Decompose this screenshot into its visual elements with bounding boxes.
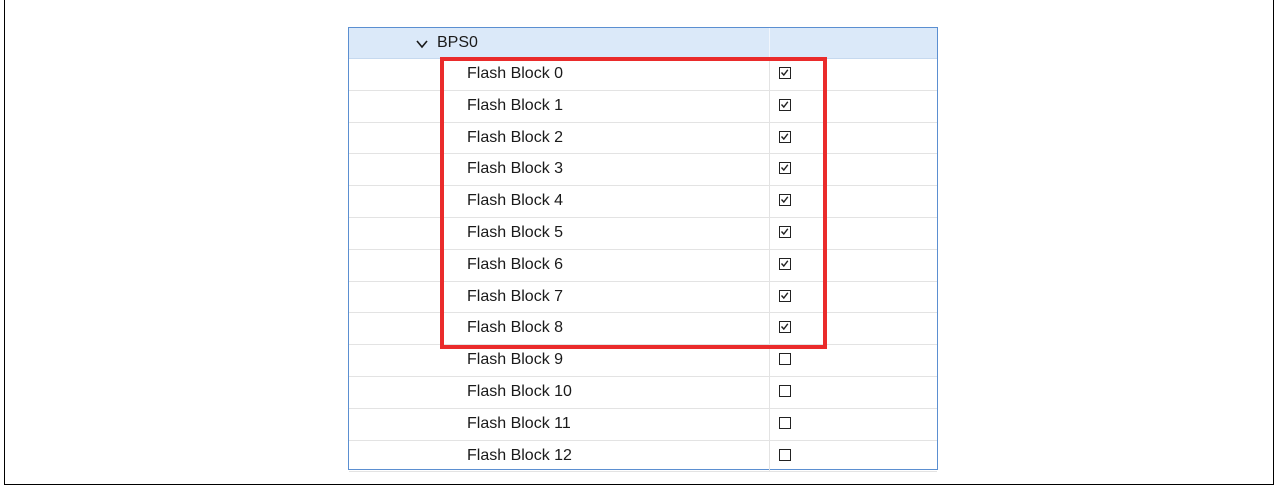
item-label: Flash Block 12 (467, 446, 572, 464)
tree-row[interactable]: Flash Block 11 (349, 408, 937, 441)
item-label: Flash Block 10 (467, 383, 572, 400)
column-divider (769, 408, 770, 440)
column-divider (769, 28, 770, 58)
tree-row[interactable]: Flash Block 10 (349, 377, 937, 409)
checkbox-unchecked[interactable] (779, 448, 791, 461)
group-row-bps0[interactable]: BPS0 (349, 28, 937, 59)
checkbox-unchecked[interactable] (779, 416, 791, 429)
chevron-down-icon[interactable] (415, 37, 429, 51)
column-divider (769, 377, 770, 408)
tree-row[interactable]: Flash Block 9 (349, 345, 937, 377)
column-divider (769, 440, 770, 472)
checkbox-unchecked[interactable] (779, 353, 791, 366)
column-divider (769, 345, 770, 376)
highlight-box (440, 57, 827, 349)
group-label: BPS0 (437, 34, 478, 51)
tree-row[interactable]: Flash Block 12 (349, 440, 937, 473)
item-label: Flash Block 9 (467, 351, 564, 369)
item-label: Flash Block 11 (467, 414, 571, 432)
checkbox-unchecked[interactable] (779, 385, 791, 397)
